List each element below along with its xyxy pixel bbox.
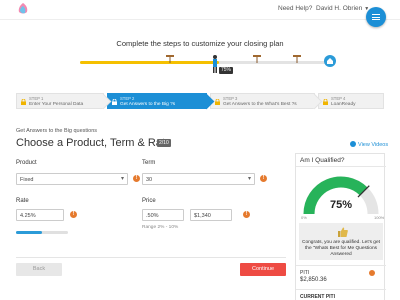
qualification-panel: Am I Qualified? 75% 0% 100% Congrats, yo…	[295, 153, 386, 300]
product-select[interactable]: Fixed ▾	[16, 173, 128, 185]
piti-value: $2,850.36	[300, 277, 327, 283]
price-range-note: Range 2% - 10%	[142, 225, 179, 230]
chevron-down-icon: ▾	[120, 176, 124, 182]
closing-progress-fill	[80, 61, 219, 64]
info-icon[interactable]: !	[70, 211, 77, 218]
step-3[interactable]: STEP 3 Get Answers to the What's Best ?s	[210, 93, 323, 110]
price-dollar-input[interactable]: $1,340	[190, 209, 232, 221]
rate-label: Rate	[16, 198, 29, 204]
info-icon[interactable]	[369, 270, 375, 276]
house-icon	[324, 55, 336, 67]
user-name-label: David H. Obrien	[316, 5, 363, 12]
logo-icon[interactable]	[16, 2, 30, 16]
form-subcaption: Get Answers to the Big questions	[16, 128, 98, 134]
term-select-value: 30	[146, 176, 153, 183]
info-icon[interactable]: !	[260, 175, 267, 182]
step-label: Get Answers to the Big ?s	[120, 101, 176, 107]
step-label: Get Answers to the What's Best ?s	[223, 101, 297, 107]
qualification-message-text: Congrats, you are qualified. Let's get t…	[302, 240, 380, 257]
progress-percent-badge: 75%	[219, 67, 234, 74]
product-label: Product	[16, 160, 37, 166]
view-videos-label: View Videos	[358, 142, 389, 148]
view-videos-link[interactable]: View Videos	[350, 141, 388, 148]
info-icon[interactable]: !	[243, 211, 250, 218]
top-bar: Need Help? David H. Obrien ▼	[0, 0, 400, 20]
gauge-min-label: 0%	[301, 215, 307, 220]
gauge-value: 75%	[329, 199, 353, 211]
chevron-down-icon: ▾	[247, 176, 251, 182]
piti-label: PITI	[300, 270, 310, 276]
step-1[interactable]: STEP 1 Enter Your Personal Data	[16, 93, 112, 110]
info-icon[interactable]: !	[133, 175, 140, 182]
person-marker-icon	[213, 55, 217, 73]
price-percent-input[interactable]: .50%	[142, 209, 184, 221]
form-title: Choose a Product, Term & Rate	[16, 137, 172, 149]
term-select[interactable]: 30 ▾	[142, 173, 255, 185]
continue-button[interactable]: Continue	[240, 263, 286, 276]
signpost-icon	[166, 55, 174, 63]
gauge-max-label: 100%	[374, 215, 385, 220]
form-divider	[16, 257, 286, 258]
user-menu[interactable]: David H. Obrien ▼	[316, 5, 369, 12]
signpost-icon	[253, 55, 261, 63]
qualification-message: Congrats, you are qualified. Let's get t…	[299, 223, 383, 260]
price-label: Price	[142, 198, 156, 204]
lock-icon	[215, 99, 220, 105]
rate-slider[interactable]	[16, 231, 68, 234]
rate-input[interactable]: 4.25%	[16, 209, 64, 221]
thumbs-up-icon	[338, 227, 348, 237]
signpost-icon	[293, 55, 301, 63]
question-counter-badge: 2/10	[157, 139, 171, 147]
lock-icon	[323, 99, 328, 105]
back-button[interactable]: Back	[16, 263, 62, 276]
closing-progress-track	[80, 61, 328, 64]
play-icon	[350, 141, 356, 147]
current-piti-label: CURRENT PITI	[300, 294, 335, 300]
term-label: Term	[142, 160, 156, 166]
step-4[interactable]: STEP 4 LoanReady	[318, 93, 384, 109]
hamburger-icon[interactable]	[366, 7, 386, 27]
lock-icon	[112, 99, 117, 105]
step-label: LoanReady	[331, 101, 356, 107]
steps-bar: STEP 1 Enter Your Personal Data STEP 2 G…	[16, 93, 384, 110]
panel-title: Am I Qualified?	[300, 157, 345, 164]
product-select-value: Fixed	[20, 176, 34, 183]
step-label: Enter Your Personal Data	[29, 101, 84, 107]
need-help-link[interactable]: Need Help?	[278, 5, 312, 12]
step-2[interactable]: STEP 2 Get Answers to the Big ?s	[107, 93, 215, 110]
page-headline: Complete the steps to customize your clo…	[116, 39, 284, 48]
lock-icon	[21, 99, 26, 105]
rate-slider-fill	[16, 231, 42, 234]
